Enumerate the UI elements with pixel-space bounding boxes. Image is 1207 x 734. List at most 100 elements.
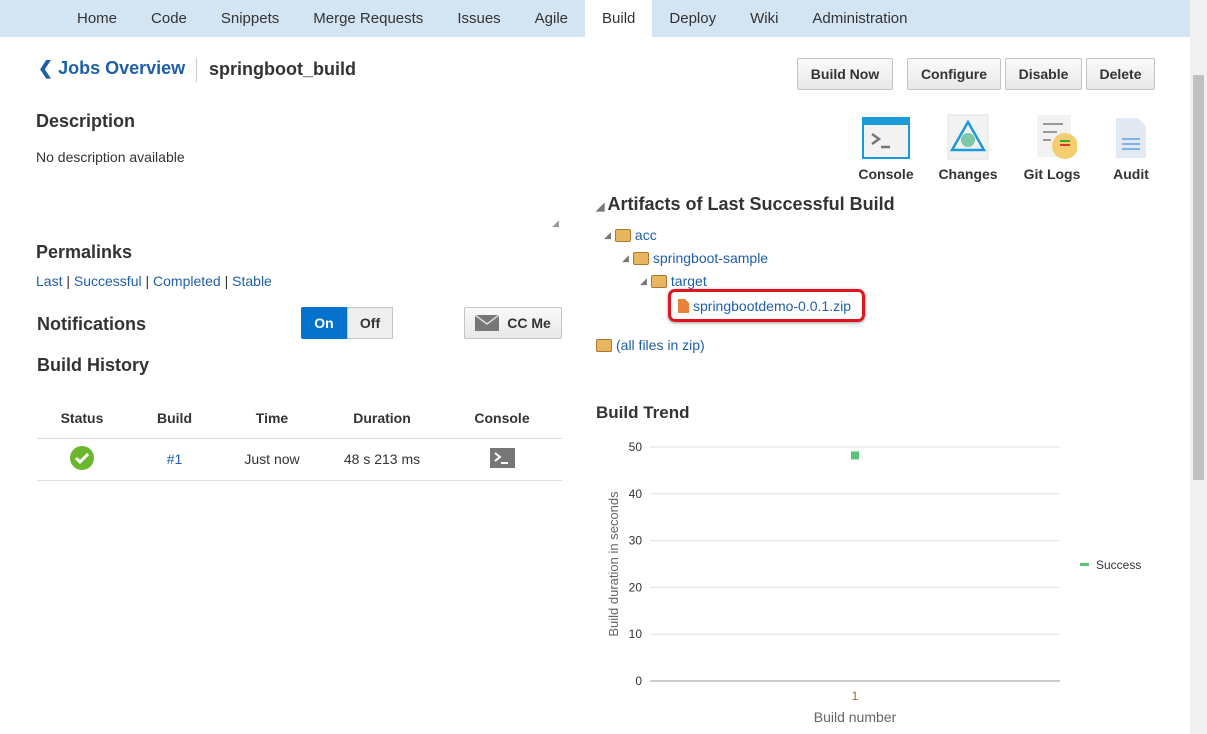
nav-build[interactable]: Build <box>585 0 653 37</box>
audit-tool[interactable]: Audit <box>1096 114 1166 182</box>
permalinks-heading: Permalinks <box>36 242 133 262</box>
separator: | <box>141 273 154 289</box>
col-status: Status <box>60 409 104 426</box>
nav-issues[interactable]: Issues <box>440 0 517 37</box>
build-history-table: Status Build Time Duration Console #1 Ju… <box>37 398 562 481</box>
tree-node-acc[interactable]: ◢ acc <box>604 227 657 243</box>
permalinks-list: Last | Successful | Completed | Stable <box>36 273 272 289</box>
nav-agile[interactable]: Agile <box>518 0 585 37</box>
x-axis-label: Build number <box>814 709 897 725</box>
y-tick-label: 10 <box>629 627 643 641</box>
build-link[interactable]: #1 <box>167 451 183 467</box>
legend-label: Success <box>1096 558 1141 572</box>
audit-label: Audit <box>1113 166 1149 182</box>
permalink-stable[interactable]: Stable <box>232 273 272 289</box>
tree-node-springboot-sample[interactable]: ◢ springboot-sample <box>622 250 768 266</box>
notification-toggle[interactable]: On Off <box>301 307 393 339</box>
package-icon <box>614 228 631 242</box>
package-icon <box>650 274 667 288</box>
top-nav: Home Code Snippets Merge Requests Issues Agil… <box>0 0 1190 37</box>
all-files-label[interactable]: (all files in zip) <box>616 337 705 353</box>
nav-administration[interactable]: Administration <box>795 0 924 37</box>
y-tick-label: 50 <box>629 440 643 454</box>
separator: | <box>220 273 233 289</box>
nav-home[interactable]: Home <box>60 0 134 37</box>
expand-icon: ◢ <box>604 229 611 240</box>
package-icon <box>596 338 612 352</box>
package-icon <box>632 251 649 265</box>
configure-button[interactable]: Configure <box>907 58 1001 90</box>
permalink-last[interactable]: Last <box>36 273 62 289</box>
file-icon <box>678 298 689 313</box>
nav-merge-requests[interactable]: Merge Requests <box>296 0 440 37</box>
col-build: Build <box>157 409 192 426</box>
build-time: Just now <box>244 451 300 467</box>
expand-icon: ◢ <box>622 252 629 263</box>
y-tick-label: 40 <box>629 487 643 501</box>
back-label: Jobs Overview <box>58 58 186 78</box>
data-point[interactable] <box>851 451 859 460</box>
git-logs-tool[interactable]: Git Logs <box>1017 114 1087 182</box>
artifact-file-link[interactable]: springbootdemo-0.0.1.zip <box>693 298 851 314</box>
console-icon <box>862 117 910 159</box>
cc-me-button[interactable]: CC Me <box>464 307 562 339</box>
permalink-successful[interactable]: Successful <box>74 273 142 289</box>
expand-icon: ◢ <box>640 275 647 286</box>
tree-label[interactable]: springboot-sample <box>653 250 768 266</box>
tree-label[interactable]: acc <box>635 227 657 243</box>
changes-tool[interactable]: Changes <box>933 114 1003 182</box>
artifact-file[interactable]: springbootdemo-0.0.1.zip <box>668 289 865 322</box>
delete-button[interactable]: Delete <box>1086 58 1155 90</box>
console-icon[interactable] <box>489 447 515 468</box>
permalink-completed[interactable]: Completed <box>153 273 221 289</box>
tree-label[interactable]: target <box>671 273 707 289</box>
separator: | <box>62 273 74 289</box>
changes-label: Changes <box>938 166 998 182</box>
tree-node-target[interactable]: ◢ target <box>640 273 707 289</box>
build-trend-chart: 0 10 20 30 40 50 1 Build number Build duration i… <box>606 440 1141 725</box>
y-tick-label: 20 <box>629 580 643 594</box>
job-name: springboot_build <box>209 59 356 79</box>
build-now-button[interactable]: Build Now <box>797 58 893 90</box>
nav-wiki[interactable]: Wiki <box>733 0 795 37</box>
cc-me-label: CC Me <box>507 315 551 331</box>
toggle-off[interactable]: Off <box>347 307 393 339</box>
divider <box>196 58 197 82</box>
description-text: No description available <box>36 149 185 165</box>
chevron-left-icon: ❮ <box>38 58 59 78</box>
y-tick-label: 0 <box>635 674 642 688</box>
build-duration: 48 s 213 ms <box>343 451 421 467</box>
envelope-icon <box>475 315 500 331</box>
disable-button[interactable]: Disable <box>1005 58 1082 90</box>
col-duration: Duration <box>353 409 411 426</box>
back-link[interactable]: ❮ Jobs Overview <box>38 58 185 79</box>
success-check-icon <box>70 445 94 470</box>
console-label: Console <box>858 166 914 182</box>
legend-swatch <box>1080 563 1089 566</box>
build-trend-heading: Build Trend <box>596 403 690 422</box>
col-time: Time <box>255 409 289 426</box>
scrollbar-thumb[interactable] <box>1193 75 1204 480</box>
resize-handle[interactable]: ◢ <box>552 218 562 228</box>
notifications-heading: Notifications <box>37 314 147 334</box>
artifacts-heading: ◢ Artifacts of Last Successful Build <box>596 194 895 215</box>
description-heading: Description <box>36 111 136 131</box>
y-tick-label: 30 <box>629 534 643 548</box>
artifacts-title: Artifacts of Last Successful Build <box>607 194 895 214</box>
nav-deploy[interactable]: Deploy <box>652 0 733 37</box>
build-history-heading: Build History <box>37 355 150 375</box>
x-tick-label: 1 <box>852 689 859 703</box>
console-tool[interactable]: Console <box>851 116 921 182</box>
toggle-on[interactable]: On <box>301 307 347 339</box>
collapse-icon[interactable]: ◢ <box>596 201 608 213</box>
table-row: #1 Just now 48 s 213 ms <box>37 438 562 480</box>
audit-icon <box>1116 118 1146 158</box>
nav-code[interactable]: Code <box>134 0 204 37</box>
nav-snippets[interactable]: Snippets <box>204 0 296 37</box>
y-axis-label: Build duration in seconds <box>606 491 621 637</box>
all-files-link[interactable]: (all files in zip) <box>596 337 705 353</box>
git-logs-label: Git Logs <box>1023 166 1081 182</box>
git-logs-icon <box>1037 115 1077 159</box>
col-console: Console <box>474 409 530 426</box>
scrollbar[interactable] <box>1190 0 1207 734</box>
